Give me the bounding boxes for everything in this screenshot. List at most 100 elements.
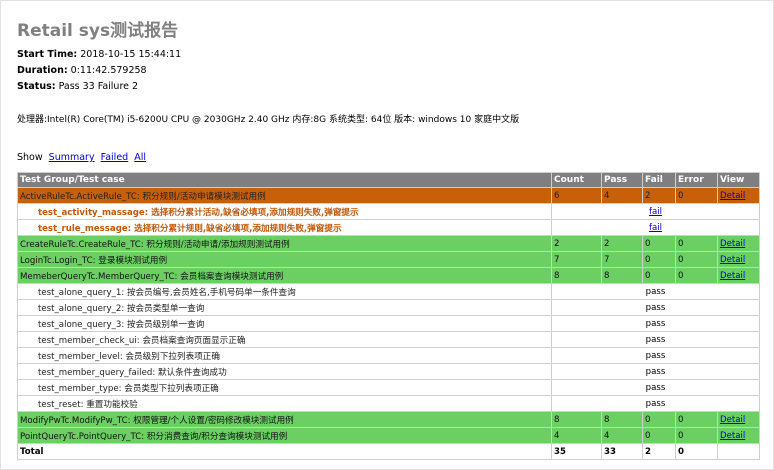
- test-case-name: test_member_level: 会员级别下拉列表项正确: [17, 347, 552, 364]
- duration-line: Duration: 0:11:42.579258: [17, 65, 147, 76]
- test-case-row: test_reset: 重置功能校验 pass: [17, 395, 760, 412]
- pass-status: pass: [645, 286, 666, 297]
- error-cell: 0: [675, 443, 718, 460]
- pass-cell: 33: [601, 443, 643, 460]
- test-group-row: LoginTc.Login_TC: 登录模块测试用例 7 7 0 0 Detail: [17, 251, 760, 268]
- view-cell: Detail: [717, 427, 760, 444]
- status-label: Status:: [17, 81, 56, 92]
- detail-link[interactable]: Detail: [720, 239, 745, 249]
- error-cell: 0: [675, 267, 718, 284]
- detail-link[interactable]: Detail: [720, 415, 745, 425]
- error-cell: 0: [675, 427, 718, 444]
- test-case-row: test_member_type: 会员类型下拉列表项正确 pass: [17, 379, 760, 396]
- start-time-label: Start Time:: [17, 49, 78, 60]
- show-label: Show: [17, 152, 43, 163]
- error-cell: 0: [675, 235, 718, 252]
- count-cell: 4: [551, 427, 602, 444]
- test-status-cell: pass: [551, 395, 760, 412]
- failed-test-row: test_rule_message: 选择积分累计规则,缺省必填项,添加规则失败…: [17, 219, 760, 236]
- view-cell: [717, 443, 760, 460]
- fail-cell: 2: [642, 187, 676, 204]
- fail-link[interactable]: fail: [649, 207, 662, 217]
- count-cell: 35: [551, 443, 602, 460]
- start-time-value: 2018-10-15 15:44:11: [80, 49, 182, 60]
- test-case-name: test_rule_message: 选择积分累计规则,缺省必填项,添加规则失败…: [17, 219, 552, 236]
- status-value: Pass 33 Failure 2: [58, 81, 139, 92]
- count-cell: 8: [551, 267, 602, 284]
- pass-cell: 8: [601, 267, 643, 284]
- test-case-row: test_member_level: 会员级别下拉列表项正确 pass: [17, 347, 760, 364]
- test-case-name: test_activity_massage: 选择积分累计活动,缺省必填项,添加…: [17, 203, 552, 220]
- test-group-row: ActiveRuleTc.ActiveRule_TC: 积分规则/活动申请模块测…: [17, 187, 760, 204]
- test-group-row: CreateRuleTc.CreateRule_TC: 积分规则/活动申请/添加…: [17, 235, 760, 252]
- detail-link[interactable]: Detail: [720, 255, 745, 265]
- test-case-name: test_alone_query_3: 按会员级别单一查询: [17, 315, 552, 332]
- test-case-name: test_member_query_failed: 默认条件查询成功: [17, 363, 552, 380]
- test-group-row: PointQueryTc.PointQuery_TC: 积分消费查询/积分查询模…: [17, 427, 760, 444]
- error-cell: 0: [675, 411, 718, 428]
- duration-label: Duration:: [17, 65, 68, 76]
- test-group-row: ModifyPwTc.ModifyPw_TC: 权限管理/个人设置/密码修改模块…: [17, 411, 760, 428]
- group-name: PointQueryTc.PointQuery_TC: 积分消费查询/积分查询模…: [17, 427, 552, 444]
- fail-cell: 0: [642, 251, 676, 268]
- start-time-line: Start Time: 2018-10-15 15:44:11: [17, 49, 181, 60]
- header-count: Count: [551, 172, 602, 188]
- failed-test-row: test_activity_massage: 选择积分累计活动,缺省必填项,添加…: [17, 203, 760, 220]
- group-name: LoginTc.Login_TC: 登录模块测试用例: [17, 251, 552, 268]
- header-error: Error: [675, 172, 718, 188]
- test-case-name: test_reset: 重置功能校验: [17, 395, 552, 412]
- all-link[interactable]: All: [134, 152, 146, 163]
- test-status-cell: pass: [551, 283, 760, 300]
- test-case-row: test_member_check_ui: 会员档案查询页面显示正确 pass: [17, 331, 760, 348]
- pass-status: pass: [645, 398, 666, 409]
- test-case-row: test_alone_query_2: 按会员类型单一查询 pass: [17, 299, 760, 316]
- pass-cell: 4: [601, 187, 643, 204]
- fail-cell: 0: [642, 411, 676, 428]
- detail-link[interactable]: Detail: [720, 191, 745, 201]
- fail-link[interactable]: fail: [649, 223, 662, 233]
- test-status-cell: fail: [551, 219, 760, 236]
- pass-cell: 8: [601, 411, 643, 428]
- fail-cell: 0: [642, 267, 676, 284]
- group-name: ModifyPwTc.ModifyPw_TC: 权限管理/个人设置/密码修改模块…: [17, 411, 552, 428]
- results-table: Test Group/Test case Count Pass Fail Err…: [17, 172, 760, 460]
- detail-link[interactable]: Detail: [720, 271, 745, 281]
- table-header-row: Test Group/Test case Count Pass Fail Err…: [17, 172, 760, 188]
- error-cell: 0: [675, 251, 718, 268]
- header-fail: Fail: [642, 172, 676, 188]
- view-cell: Detail: [717, 235, 760, 252]
- test-status-cell: pass: [551, 379, 760, 396]
- system-info: 处理器:Intel(R) Core(TM) i5-6200U CPU @ 203…: [17, 115, 520, 125]
- view-cell: Detail: [717, 187, 760, 204]
- test-case-name: test_alone_query_1: 按会员编号,会员姓名,手机号码单一条件查…: [17, 283, 552, 300]
- fail-cell: 0: [642, 427, 676, 444]
- fail-cell: 2: [642, 443, 676, 460]
- test-case-name: test_member_type: 会员类型下拉列表项正确: [17, 379, 552, 396]
- results-body: ActiveRuleTc.ActiveRule_TC: 积分规则/活动申请模块测…: [17, 187, 760, 460]
- pass-status: pass: [645, 382, 666, 393]
- status-line: Status: Pass 33 Failure 2: [17, 81, 138, 92]
- failed-link[interactable]: Failed: [101, 152, 129, 163]
- pass-status: pass: [645, 334, 666, 345]
- count-cell: 6: [551, 187, 602, 204]
- summary-link[interactable]: Summary: [49, 152, 95, 163]
- pass-status: pass: [645, 318, 666, 329]
- test-status-cell: pass: [551, 347, 760, 364]
- error-cell: 0: [675, 187, 718, 204]
- pass-cell: 7: [601, 251, 643, 268]
- test-status-cell: pass: [551, 315, 760, 332]
- header-pass: Pass: [601, 172, 643, 188]
- group-name: CreateRuleTc.CreateRule_TC: 积分规则/活动申请/添加…: [17, 235, 552, 252]
- group-name: ActiveRuleTc.ActiveRule_TC: 积分规则/活动申请模块测…: [17, 187, 552, 204]
- pass-status: pass: [645, 350, 666, 361]
- count-cell: 2: [551, 235, 602, 252]
- view-cell: Detail: [717, 267, 760, 284]
- show-filter: Show Summary Failed All: [17, 152, 146, 163]
- pass-status: pass: [645, 366, 666, 377]
- detail-link[interactable]: Detail: [720, 431, 745, 441]
- header-test-group: Test Group/Test case: [17, 172, 552, 188]
- view-cell: Detail: [717, 411, 760, 428]
- count-cell: 8: [551, 411, 602, 428]
- view-cell: Detail: [717, 251, 760, 268]
- test-status-cell: pass: [551, 363, 760, 380]
